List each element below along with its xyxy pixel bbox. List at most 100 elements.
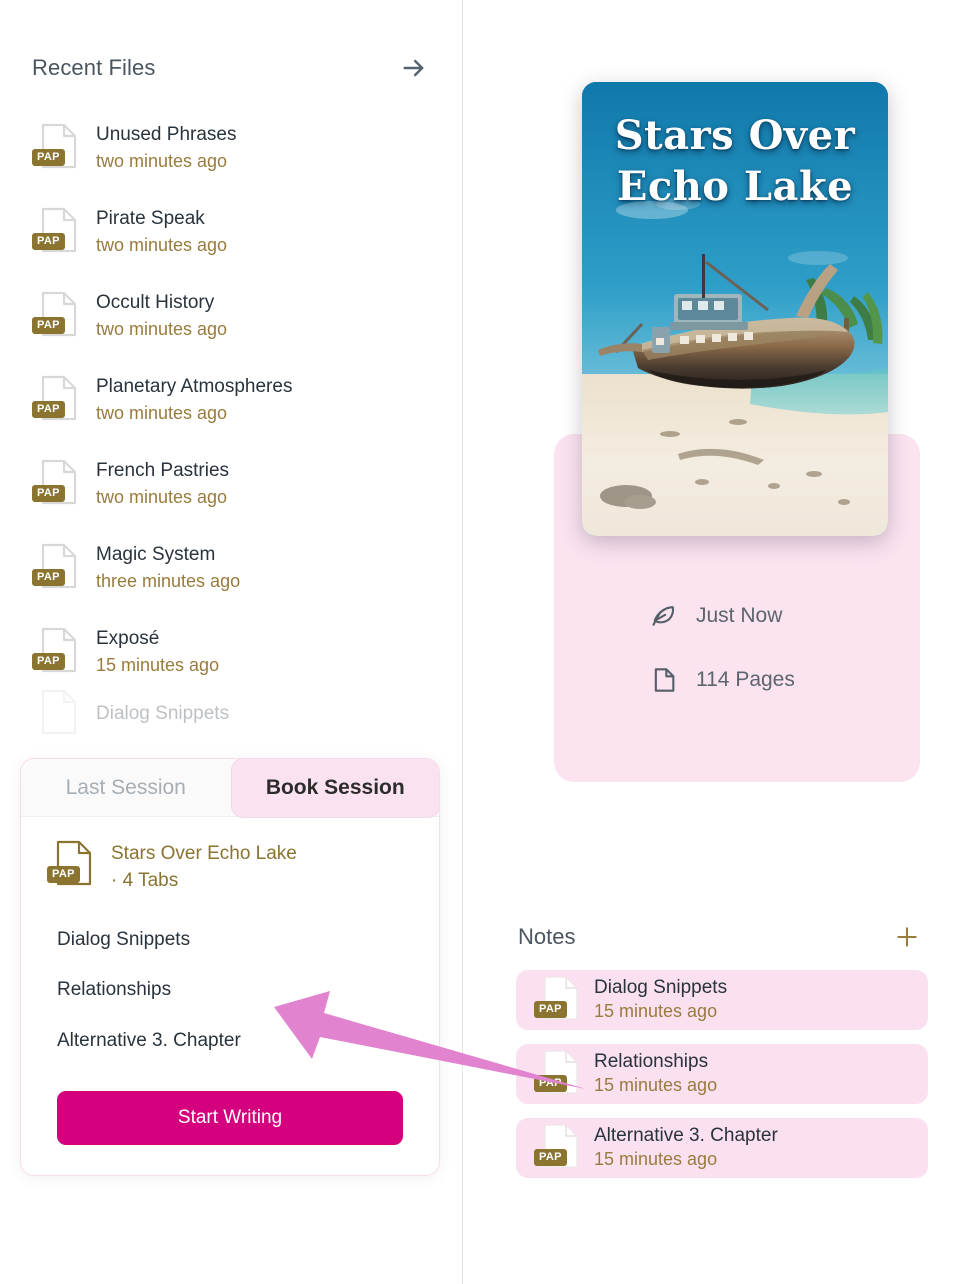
file-text: Occult History two minutes ago [96, 292, 227, 340]
note-time: 15 minutes ago [594, 1075, 718, 1096]
list-item[interactable]: PAP Magic System three minutes ago [32, 526, 462, 610]
pap-badge: PAP [32, 317, 65, 334]
file-time: two minutes ago [96, 402, 228, 423]
notes-section: Notes PAP Dialog Snippets 15 minutes ago [516, 918, 928, 1178]
note-text: Alternative 3. Chapter 15 minutes ago [594, 1125, 778, 1170]
left-pane: Recent Files PAP Unused Phrases two minu… [0, 0, 462, 1284]
stat-row-last-edit: Just Now [554, 584, 920, 648]
session-document-subtitle: · 4 Tabs [111, 869, 179, 891]
pap-file-icon: PAP [534, 1122, 580, 1174]
session-panel: Last Session Book Session PAP Stars Over… [20, 758, 440, 1176]
file-text: Unused Phrases two minutes ago [96, 124, 236, 172]
note-card[interactable]: PAP Dialog Snippets 15 minutes ago [516, 970, 928, 1030]
pap-file-icon: PAP [32, 626, 78, 678]
session-tab-bar: Last Session Book Session [21, 758, 439, 818]
book-cover-title-line1: Stars Over [614, 112, 856, 159]
session-body: PAP Stars Over Echo Lake · 4 Tabs Dialog… [21, 817, 439, 1175]
note-name: Dialog Snippets [594, 977, 728, 999]
pap-file-icon: PAP [32, 290, 78, 342]
stat-row-pages: 114 Pages [554, 648, 920, 712]
pap-file-icon: PAP [534, 1048, 580, 1100]
file-name: Exposé [96, 627, 160, 649]
start-writing-button[interactable]: Start Writing [57, 1090, 403, 1145]
file-text: Pirate Speak two minutes ago [96, 208, 227, 256]
pap-badge: PAP [32, 653, 65, 670]
pap-file-icon: PAP [32, 122, 78, 174]
notes-header: Notes [516, 918, 928, 956]
file-name: Magic System [96, 543, 216, 565]
note-text: Relationships 15 minutes ago [594, 1051, 717, 1096]
session-tab-item[interactable]: Relationships [47, 965, 413, 1016]
list-item[interactable]: PAP Exposé 15 minutes ago [32, 610, 462, 694]
note-text: Dialog Snippets 15 minutes ago [594, 977, 727, 1022]
file-time: two minutes ago [96, 150, 228, 171]
file-time: two minutes ago [96, 318, 228, 339]
file-time: two minutes ago [96, 234, 228, 255]
session-document-text: Stars Over Echo Lake · 4 Tabs [111, 839, 297, 893]
book-cover[interactable]: Stars Over Echo Lake [582, 82, 888, 536]
pap-badge: PAP [32, 569, 65, 586]
note-time: 15 minutes ago [594, 1001, 718, 1022]
file-text: Dialog Snippets [96, 703, 229, 726]
note-card[interactable]: PAP Relationships 15 minutes ago [516, 1044, 928, 1104]
file-name: Pirate Speak [96, 207, 205, 229]
recent-files-header: Recent Files [0, 48, 462, 88]
pap-file-icon: PAP [47, 839, 93, 891]
file-name: Dialog Snippets [96, 702, 230, 724]
book-cover-title-line2: Echo Lake [616, 163, 854, 211]
list-item[interactable]: PAP Unused Phrases two minutes ago [32, 106, 462, 190]
note-card[interactable]: PAP Alternative 3. Chapter 15 minutes ag… [516, 1118, 928, 1178]
file-time: three minutes ago [96, 570, 241, 591]
arrow-right-icon[interactable] [400, 54, 428, 82]
pap-badge: PAP [32, 233, 65, 250]
note-name: Relationships [594, 1051, 709, 1073]
file-text: Magic System three minutes ago [96, 544, 240, 592]
file-name: Occult History [96, 291, 215, 313]
list-item[interactable]: PAP Pirate Speak two minutes ago [32, 190, 462, 274]
file-name: Planetary Atmospheres [96, 375, 293, 397]
note-time: 15 minutes ago [594, 1149, 718, 1170]
feather-icon [650, 602, 678, 630]
book-cover-title: Stars Over Echo Lake [582, 110, 888, 212]
notes-title: Notes [518, 924, 576, 949]
plus-icon[interactable] [894, 924, 920, 950]
pap-badge: PAP [32, 485, 65, 502]
tab-book-session[interactable]: Book Session [230, 758, 439, 818]
session-tab-list: Dialog Snippets Relationships Alternativ… [47, 915, 413, 1067]
list-item[interactable]: Dialog Snippets [32, 689, 462, 735]
pap-file-icon: PAP [32, 542, 78, 594]
list-item[interactable]: PAP French Pastries two minutes ago [32, 442, 462, 526]
pap-badge: PAP [534, 1075, 567, 1092]
file-text: French Pastries two minutes ago [96, 460, 229, 508]
tab-last-session[interactable]: Last Session [21, 759, 231, 816]
list-item[interactable]: PAP Planetary Atmospheres two minutes ag… [32, 358, 462, 442]
pap-badge: PAP [47, 866, 80, 883]
note-name: Alternative 3. Chapter [594, 1125, 778, 1147]
session-document-title: Stars Over Echo Lake [111, 843, 297, 864]
book-stats: Just Now 114 Pages [554, 584, 920, 712]
right-pane: Just Now 114 Pages Stars Over Echo Lake … [462, 0, 968, 1284]
session-tab-item[interactable]: Alternative 3. Chapter [47, 1016, 413, 1067]
pap-badge: PAP [534, 1149, 567, 1166]
session-tab-item[interactable]: Dialog Snippets [47, 915, 413, 966]
list-item[interactable]: PAP Occult History two minutes ago [32, 274, 462, 358]
pap-badge: PAP [32, 401, 65, 418]
pap-file-icon [32, 688, 78, 740]
pap-file-icon: PAP [534, 974, 580, 1026]
file-time: 15 minutes ago [96, 654, 220, 675]
pap-badge: PAP [32, 149, 65, 166]
file-text: Planetary Atmospheres two minutes ago [96, 376, 292, 424]
page-icon [650, 666, 678, 694]
stat-label: Just Now [696, 604, 783, 627]
pap-file-icon: PAP [32, 206, 78, 258]
pap-badge: PAP [534, 1001, 567, 1018]
file-name: French Pastries [96, 459, 230, 481]
recent-files-list: PAP Unused Phrases two minutes ago PAP P… [0, 106, 462, 735]
pap-file-icon: PAP [32, 458, 78, 510]
stat-label: 114 Pages [696, 668, 795, 691]
file-time: two minutes ago [96, 486, 228, 507]
file-name: Unused Phrases [96, 123, 237, 145]
page-title: Recent Files [32, 55, 156, 80]
app-root: Recent Files PAP Unused Phrases two minu… [0, 0, 968, 1284]
session-document[interactable]: PAP Stars Over Echo Lake · 4 Tabs [47, 839, 413, 893]
